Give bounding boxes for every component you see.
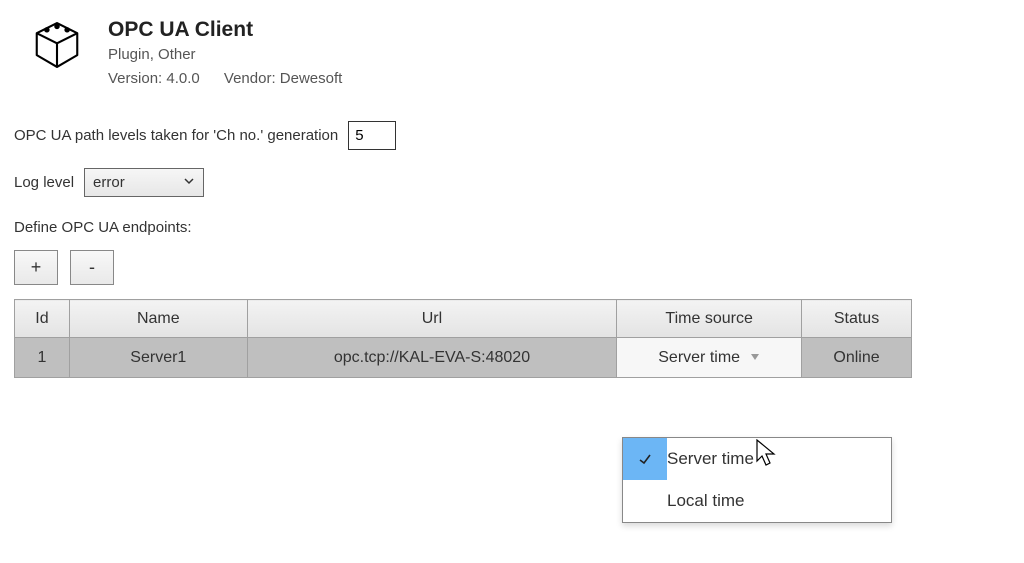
log-level-label: Log level xyxy=(14,174,74,191)
time-source-dropdown[interactable]: Server time Local time xyxy=(622,437,892,523)
path-levels-label: OPC UA path levels taken for 'Ch no.' ge… xyxy=(14,127,338,144)
cell-id: 1 xyxy=(15,338,70,378)
cell-name[interactable]: Server1 xyxy=(69,338,247,378)
log-level-selected: error xyxy=(93,174,125,191)
endpoints-label: Define OPC UA endpoints: xyxy=(14,219,1014,236)
check-slot-empty xyxy=(623,480,667,522)
dropdown-option-server-time[interactable]: Server time xyxy=(623,438,891,480)
add-endpoint-button[interactable]: + xyxy=(14,250,58,285)
dropdown-triangle-icon xyxy=(750,349,760,367)
plugin-title: OPC UA Client xyxy=(108,18,342,42)
endpoints-table: Id Name Url Time source Status 1 Server1… xyxy=(14,299,912,378)
log-level-select[interactable]: error xyxy=(84,168,204,197)
cell-url[interactable]: opc.tcp://KAL-EVA-S:48020 xyxy=(247,338,617,378)
dropdown-option-local-time[interactable]: Local time xyxy=(623,480,891,522)
col-header-id[interactable]: Id xyxy=(15,300,70,338)
col-header-url[interactable]: Url xyxy=(247,300,617,338)
box-icon xyxy=(30,18,84,76)
col-header-name[interactable]: Name xyxy=(69,300,247,338)
remove-endpoint-button[interactable]: - xyxy=(70,250,114,285)
cell-time-source[interactable]: Server time xyxy=(617,338,802,378)
dropdown-option-label: Server time xyxy=(667,449,754,469)
check-icon xyxy=(623,438,667,480)
path-levels-input[interactable] xyxy=(348,121,396,150)
table-row[interactable]: 1 Server1 opc.tcp://KAL-EVA-S:48020 Serv… xyxy=(15,338,912,378)
version-text: Version: 4.0.0 xyxy=(108,70,200,87)
col-header-time-source[interactable]: Time source xyxy=(617,300,802,338)
plugin-subtitle: Plugin, Other xyxy=(108,46,342,63)
chevron-down-icon xyxy=(183,174,195,191)
cell-time-source-text: Server time xyxy=(658,349,740,367)
col-header-status[interactable]: Status xyxy=(802,300,912,338)
dropdown-option-label: Local time xyxy=(667,491,744,511)
cell-status: Online xyxy=(802,338,912,378)
vendor-text: Vendor: Dewesoft xyxy=(224,70,342,87)
